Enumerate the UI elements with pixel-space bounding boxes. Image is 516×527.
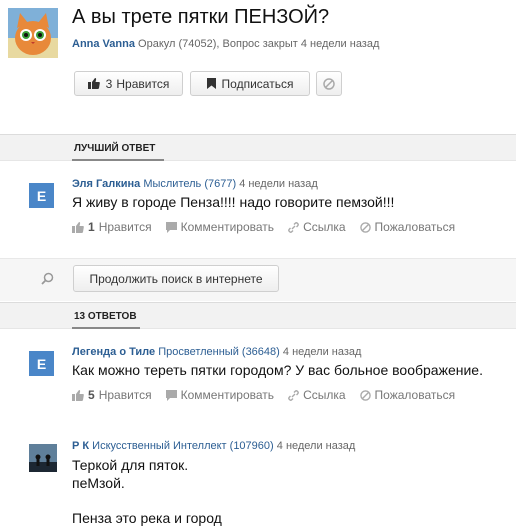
best-answer-link-label: Ссылка (303, 220, 346, 234)
answers-section-label: 13 ОТВЕТОВ (74, 311, 137, 322)
best-answer-rank: Мыслитель (7677) (143, 178, 237, 190)
block-icon (359, 221, 371, 233)
question-author-name[interactable]: Anna Vanna (72, 38, 135, 50)
answers-tab-underline (72, 327, 140, 329)
answer-link-label: Ссылка (303, 388, 346, 402)
answer-comment-button[interactable]: Комментировать (165, 388, 275, 402)
question-title: А вы трете пятки ПЕНЗОЙ? (72, 6, 330, 28)
question-author-rank: Оракул (74052), (138, 38, 220, 50)
answer-like-button[interactable]: 5 Нравится (72, 388, 152, 402)
best-answer-author[interactable]: Эля Галкина (72, 178, 140, 190)
answer-report-button[interactable]: Пожаловаться (359, 388, 456, 402)
best-answer-tab-underline (72, 159, 164, 161)
subscribe-label: Подписаться (221, 76, 294, 91)
best-answer-text: Я живу в городе Пенза!!!! надо говорите … (72, 194, 395, 210)
answer-text: Как можно тереть пятки городом? У вас бо… (72, 362, 483, 378)
answer-rank: Просветленный (36648) (158, 346, 280, 358)
answer-text-line: Теркой для пяток. (72, 457, 189, 473)
best-answer-report-button[interactable]: Пожаловаться (359, 220, 456, 234)
best-answer-link-button[interactable]: Ссылка (288, 220, 346, 234)
thumbs-up-icon (87, 78, 100, 89)
best-answer-actions: 1 Нравится Комментировать Ссылка Пожалов… (72, 220, 469, 234)
block-icon (359, 389, 371, 401)
best-answer-section-label: ЛУЧШИЙ ОТВЕТ (74, 143, 156, 154)
answer-comment-label: Комментировать (180, 388, 275, 402)
question-meta: Anna Vanna Оракул (74052), Вопрос закрыт… (72, 38, 379, 50)
question-author-avatar[interactable] (8, 8, 58, 58)
best-answer-like-count: 1 (88, 220, 95, 234)
question-status: Вопрос закрыт 4 недели назад (222, 38, 380, 50)
answer-avatar[interactable]: Е (29, 351, 54, 376)
answer-time: 4 недели назад (276, 440, 356, 452)
like-question-label: Нравится (116, 76, 170, 91)
link-icon (288, 221, 300, 233)
like-question-button[interactable]: 3 Нравится (74, 71, 183, 96)
answer-actions: 5 Нравится Комментировать Ссылка Пожалов… (72, 388, 469, 402)
answer-rank: Искусственный Интеллект (107960) (92, 440, 274, 452)
best-answer-time: 4 недели назад (239, 178, 318, 190)
answer-text-line: пеМзой. (72, 475, 125, 491)
answer-meta: Легенда о Тиле Просветленный (36648) 4 н… (72, 346, 361, 358)
answer-author[interactable]: Легенда о Тиле (72, 346, 155, 358)
answer-time: 4 недели назад (282, 346, 362, 358)
best-answer-comment-button[interactable]: Комментировать (165, 220, 275, 234)
subscribe-button[interactable]: Подписаться (190, 71, 310, 96)
answer-text-line: Пенза это река и город (72, 510, 222, 526)
best-answer-comment-label: Комментировать (180, 220, 275, 234)
continue-search-button[interactable]: Продолжить поиск в интернете (73, 265, 279, 292)
bookmark-icon (206, 78, 216, 89)
answer-link-button[interactable]: Ссылка (288, 388, 346, 402)
answer-report-label: Пожаловаться (374, 388, 456, 402)
best-answer-avatar[interactable]: Е (29, 183, 54, 208)
comment-icon (165, 389, 177, 401)
best-answer-like-button[interactable]: 1 Нравится (72, 220, 152, 234)
like-question-count: 3 (105, 76, 113, 91)
best-answer-like-label: Нравится (98, 220, 152, 234)
thumbs-up-icon (72, 389, 84, 401)
answer-author[interactable]: Р К (72, 440, 89, 452)
block-button[interactable] (316, 71, 342, 96)
comment-icon (165, 221, 177, 233)
best-answer-report-label: Пожаловаться (374, 220, 456, 234)
link-icon (288, 389, 300, 401)
answer-like-count: 5 (88, 388, 95, 402)
answer-avatar[interactable] (29, 444, 57, 472)
best-answer-meta: Эля Галкина Мыслитель (7677) 4 недели на… (72, 178, 318, 190)
thumbs-up-icon (72, 221, 84, 233)
search-icon (41, 272, 54, 290)
answer-meta: Р К Искусственный Интеллект (107960) 4 н… (72, 440, 355, 452)
answer-like-label: Нравится (98, 388, 152, 402)
block-icon (323, 77, 335, 90)
